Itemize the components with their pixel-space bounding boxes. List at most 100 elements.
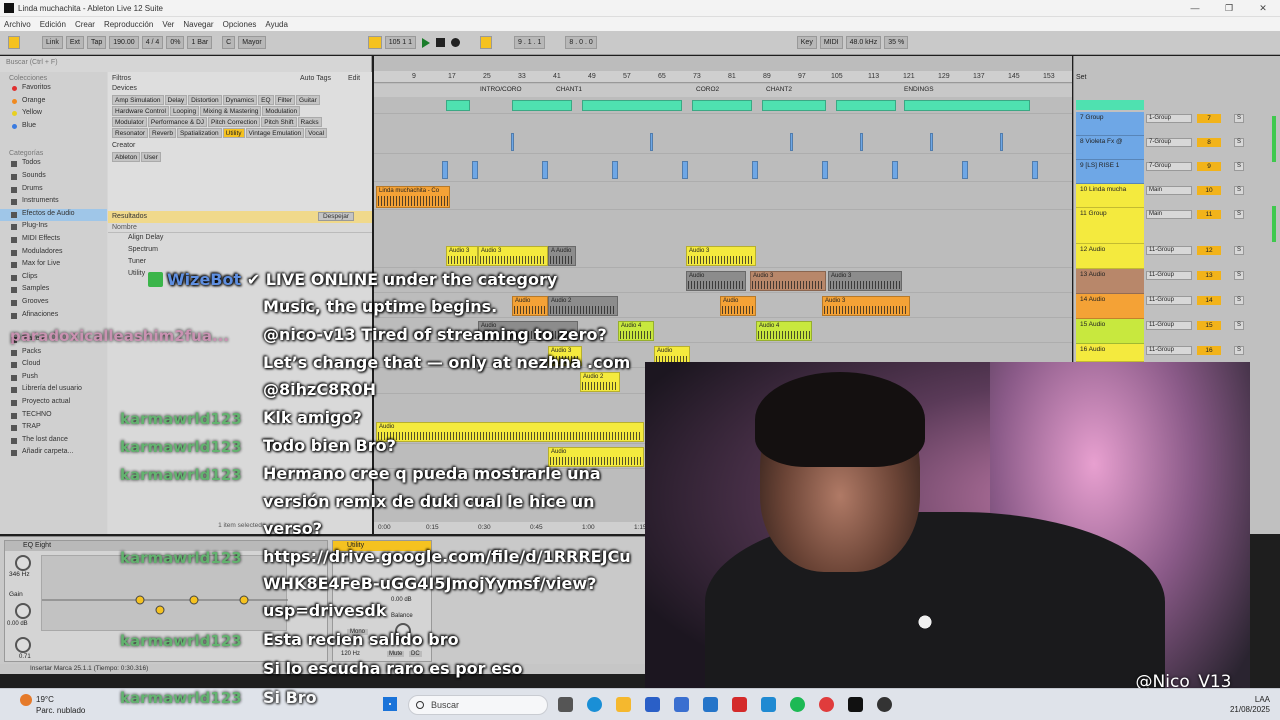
language-indicator[interactable]: LAA [1255, 695, 1270, 704]
collection-orange[interactable]: Orange [0, 96, 107, 109]
track-lane-12[interactable]: Audio 3 Audio 3 A Audio Audio 3 [374, 244, 1072, 268]
utility-device[interactable]: Utility 0.00 dB Mono Balance 120 Hz Mute… [332, 540, 432, 662]
place-places[interactable]: Places [0, 334, 107, 347]
add-folder-button[interactable]: Añadir carpeta... [0, 447, 107, 460]
clip[interactable] [582, 100, 682, 111]
track-output-menu[interactable]: 11-Group [1146, 246, 1192, 255]
track-header-13[interactable]: 13 Audio [1076, 269, 1144, 294]
category-midi-effects[interactable]: MIDI Effects [0, 234, 107, 247]
ext-sync-button[interactable]: Ext [65, 36, 84, 49]
track-output-menu[interactable]: 11-Group [1146, 321, 1192, 330]
obs-icon[interactable] [877, 697, 892, 712]
scale-mode-menu[interactable]: Mayor [238, 36, 266, 49]
tag-pitch-shift[interactable]: Pitch Shift [261, 117, 297, 127]
track-lane-14[interactable]: Audio Audio 2 Audio Audio 3 [374, 294, 1072, 318]
track-activator[interactable]: 7 [1197, 114, 1221, 123]
track-lane-9[interactable] [374, 158, 1072, 182]
clip[interactable] [442, 161, 448, 179]
track-activator[interactable]: 9 [1197, 162, 1221, 171]
menu-edicion[interactable]: Edición [40, 20, 66, 29]
track-activator[interactable]: 8 [1197, 138, 1221, 147]
eq-freq-value[interactable]: 346 Hz [9, 571, 30, 578]
scale-root-menu[interactable]: C [222, 36, 236, 49]
midi-map-button[interactable]: MIDI [819, 36, 843, 49]
tag-reverb[interactable]: Reverb [149, 128, 176, 138]
clip[interactable] [542, 161, 548, 179]
utility-balance-knob[interactable] [395, 623, 411, 639]
eq-eight-device[interactable]: EQ Eight 346 Hz Gain 0.00 dB 0.71 [4, 540, 328, 662]
app-icon[interactable] [674, 697, 689, 712]
record-button[interactable] [451, 38, 461, 47]
app-icon[interactable] [645, 697, 660, 712]
menu-crear[interactable]: Crear [75, 20, 95, 29]
clip[interactable] [1000, 133, 1003, 151]
clip[interactable] [762, 100, 826, 111]
track-lane-7[interactable] [374, 98, 1072, 114]
track-lane-10[interactable]: Linda muchachita - Co [374, 184, 1072, 210]
track-activator[interactable]: 14 [1197, 296, 1221, 305]
solo-button[interactable]: S [1234, 210, 1244, 219]
system-tray[interactable]: LAA 21/08/2025 [1140, 695, 1270, 715]
clip[interactable] [612, 161, 618, 179]
solo-button[interactable]: S [1234, 162, 1244, 171]
solo-button[interactable]: S [1234, 321, 1244, 330]
tag-vocal[interactable]: Vocal [305, 128, 328, 138]
track-header-12[interactable]: 12 Audio [1076, 244, 1144, 269]
collection-favoritos[interactable]: Favoritos [0, 83, 107, 96]
clip-audio-3[interactable]: Audio 3 [548, 346, 582, 366]
taskbar-search-input[interactable]: Buscar [408, 695, 548, 715]
place-current-project[interactable]: Proyecto actual [0, 397, 107, 410]
locator-intro-coro[interactable]: INTRO/CORO [480, 86, 522, 93]
track-activator[interactable]: 10 [1197, 186, 1221, 195]
eq-q-value[interactable]: 0.71 [19, 654, 31, 660]
utility-mono-button[interactable]: Mono [347, 629, 369, 635]
weather-widget[interactable]: 19°C Parc. nublado [20, 694, 85, 716]
quantize-menu[interactable]: 1 Bar [187, 36, 213, 49]
clip-audio-4[interactable]: Audio 4 [618, 321, 654, 341]
track-output-menu[interactable]: Main [1146, 186, 1192, 195]
clip[interactable] [472, 161, 478, 179]
vscode-icon[interactable] [761, 697, 776, 712]
tag-hardware-control[interactable]: Hardware Control [112, 106, 169, 116]
browser-toggle-button[interactable] [8, 36, 20, 49]
tag-racks[interactable]: Racks [297, 117, 322, 127]
category-max-for-live[interactable]: Max for Live [0, 259, 107, 272]
clip-audio-3[interactable]: Audio 3 [446, 246, 478, 266]
tag-modulator[interactable]: Modulator [112, 117, 147, 127]
clip-audio[interactable]: Audio [720, 296, 756, 316]
tag-vintage-emulation[interactable]: Vintage Emulation [245, 128, 305, 138]
menu-reproduccion[interactable]: Reproducción [104, 20, 153, 29]
tag-filter[interactable]: Filter [274, 95, 296, 105]
clip[interactable] [860, 133, 863, 151]
tag-guitar[interactable]: Guitar [296, 95, 320, 105]
tag-amp-simulation[interactable]: Amp Simulation [112, 95, 164, 105]
utility-dc-button[interactable]: DC [409, 651, 422, 657]
solo-button[interactable]: S [1234, 138, 1244, 147]
beat-ruler[interactable]: 9 17 25 33 41 49 57 65 73 81 89 97 105 1… [374, 71, 1072, 83]
clip[interactable] [790, 133, 793, 151]
solo-button[interactable]: S [1234, 186, 1244, 195]
tag-modulation[interactable]: Modulation [262, 106, 301, 116]
eq-gain-value[interactable]: 0.00 dB [7, 621, 28, 627]
link-button[interactable]: Link [42, 36, 63, 49]
category-moduladores[interactable]: Moduladores [0, 247, 107, 260]
track-lane-8[interactable] [374, 130, 1072, 154]
track-output-menu[interactable]: 7-Group [1146, 162, 1192, 171]
place-techno[interactable]: TECHNO [0, 410, 107, 423]
clip[interactable] [904, 100, 1030, 111]
tag-user[interactable]: User [141, 152, 161, 162]
app-icon[interactable] [703, 697, 718, 712]
file-explorer-icon[interactable] [616, 697, 631, 712]
clip-audio-3[interactable]: Audio 3 [478, 246, 548, 266]
track-output-menu[interactable]: 11-Group [1146, 346, 1192, 355]
track-output-menu[interactable]: 11-Group [1146, 296, 1192, 305]
track-output-menu[interactable]: 11-Group [1146, 271, 1192, 280]
place-packs[interactable]: Packs [0, 347, 107, 360]
stop-button[interactable] [436, 38, 446, 47]
minimize-button[interactable]: — [1178, 0, 1212, 17]
utility-gain-value[interactable]: 0.00 dB [391, 597, 412, 603]
clip-linda-muchachita[interactable]: Linda muchachita - Co [376, 186, 450, 208]
category-drums[interactable]: Drums [0, 184, 107, 197]
clip[interactable] [692, 100, 752, 111]
track-activator[interactable]: 13 [1197, 271, 1221, 280]
